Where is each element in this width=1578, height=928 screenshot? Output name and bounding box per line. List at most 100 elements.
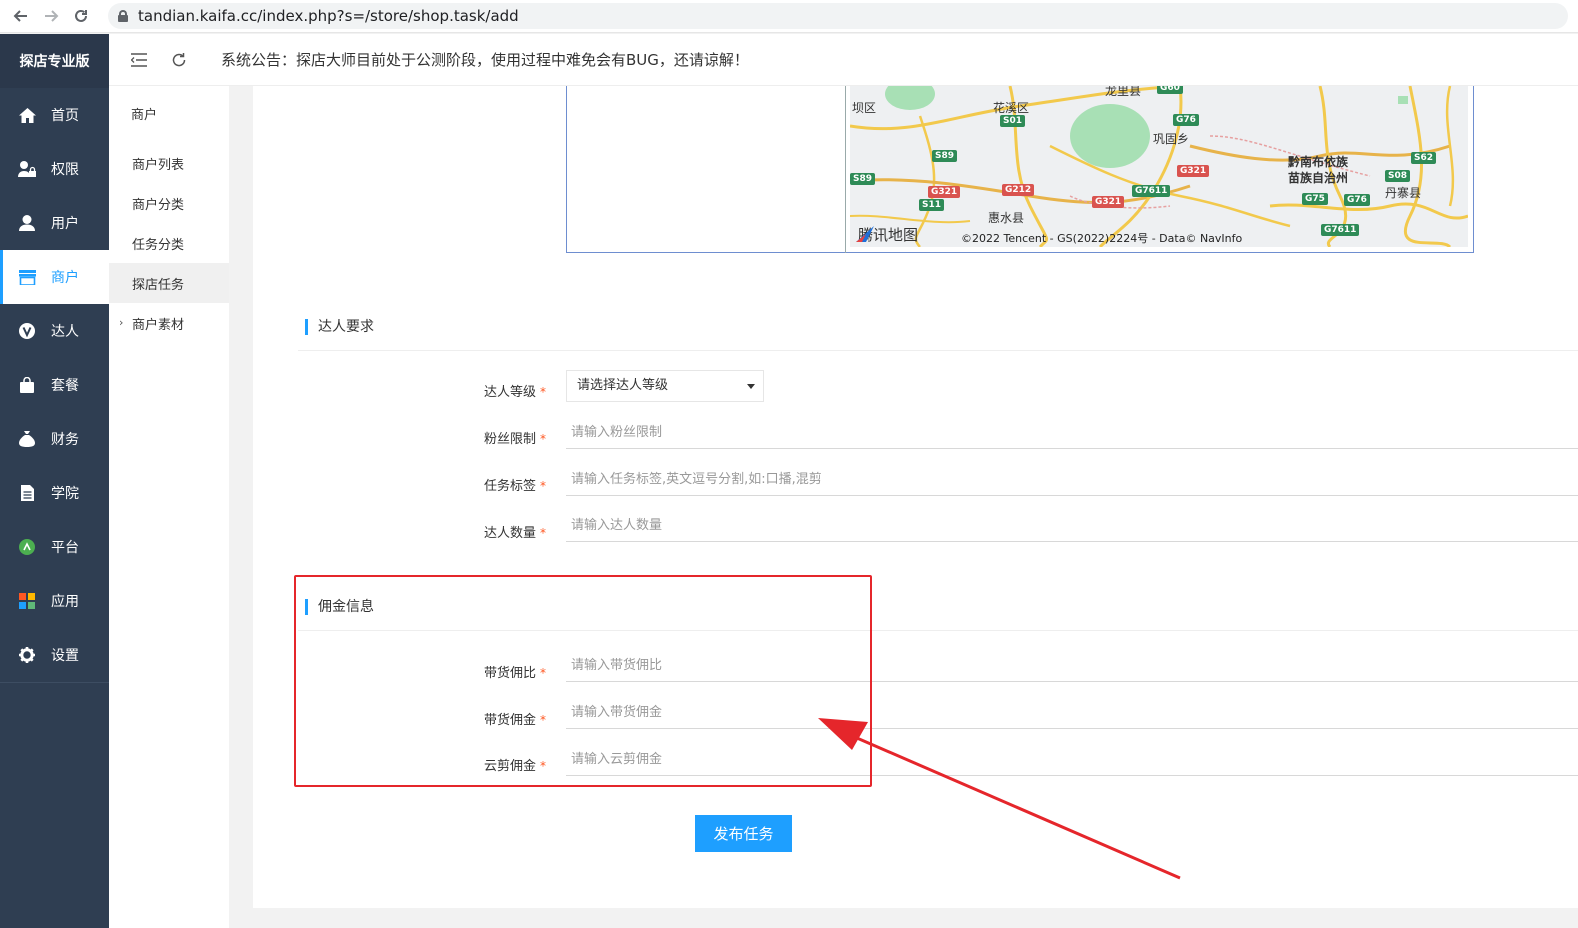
road-badge: G321 bbox=[1092, 196, 1125, 208]
sidebar-item-package[interactable]: 套餐 bbox=[0, 358, 109, 412]
platform-icon bbox=[18, 538, 36, 556]
sidebar-item-label: 财务 bbox=[51, 432, 79, 448]
map-place-gonggu: 巩固乡 bbox=[1153, 132, 1190, 146]
road-badge: G76 bbox=[1344, 194, 1370, 206]
back-icon[interactable] bbox=[6, 1, 36, 31]
map-copyright: ©2022 Tencent - GS(2022)2224号 - Data© Na… bbox=[961, 232, 1243, 245]
sidebar-item-label: 权限 bbox=[51, 162, 79, 178]
document-icon bbox=[18, 484, 36, 502]
sidebar-item-home[interactable]: 首页 bbox=[0, 88, 109, 142]
main-sidebar: 探店专业版 首页 权限 用户 商户 达人 套餐 财务 学院 平台 应用 设置 bbox=[0, 34, 109, 928]
fans-limit-input[interactable]: 请输入粉丝限制 bbox=[566, 417, 1578, 449]
talent-level-select[interactable]: 请选择达人等级 bbox=[566, 370, 764, 402]
tencent-map[interactable]: 花溪区 巩固乡 黔南布依族 苗族自治州 丹寨县 惠水县 龙里县 坝区 S01 G… bbox=[850, 86, 1468, 247]
map-place-qiannan: 黔南布依族 bbox=[1288, 155, 1349, 169]
submenu-title: 商户 bbox=[131, 108, 158, 123]
browser-toolbar: tandian.kaifa.cc/index.php?s=/store/shop… bbox=[0, 0, 1578, 33]
map-place-miaozu: 苗族自治州 bbox=[1288, 171, 1349, 185]
map-place-longli: 龙里县 bbox=[1105, 86, 1142, 98]
sidebar-item-label: 平台 bbox=[51, 540, 79, 556]
refresh-icon[interactable] bbox=[159, 34, 199, 86]
road-badge: G60 bbox=[1157, 86, 1183, 94]
submenu-item-merchant-material[interactable]: › 商户素材 bbox=[109, 303, 229, 343]
sidebar-item-settings[interactable]: 设置 bbox=[0, 628, 109, 682]
sidebar-item-academy[interactable]: 学院 bbox=[0, 466, 109, 520]
lock-icon bbox=[118, 10, 128, 22]
road-badge: S08 bbox=[1385, 170, 1411, 182]
road-badge: S89 bbox=[850, 173, 876, 185]
sidebar-item-talent[interactable]: 达人 bbox=[0, 304, 109, 358]
label-fans-limit: 粉丝限制 * bbox=[483, 432, 546, 447]
store-icon bbox=[18, 268, 36, 286]
section-title-talent: 达人要求 bbox=[305, 319, 374, 335]
sidebar-item-merchant[interactable]: 商户 bbox=[0, 250, 109, 304]
submenu-item-merchant-category[interactable]: 商户分类 bbox=[109, 183, 229, 223]
section-divider bbox=[298, 630, 1578, 631]
sidebar-item-finance[interactable]: 财务 bbox=[0, 412, 109, 466]
apps-icon bbox=[18, 592, 36, 610]
submenu-item-store-task[interactable]: 探店任务 bbox=[109, 263, 229, 303]
sidebar-item-apps[interactable]: 应用 bbox=[0, 574, 109, 628]
reload-icon[interactable] bbox=[66, 1, 96, 31]
caret-down-icon bbox=[747, 384, 755, 389]
url-text: tandian.kaifa.cc/index.php?s=/store/shop… bbox=[138, 7, 519, 25]
user-lock-icon bbox=[18, 160, 36, 178]
road-badge: S01 bbox=[1000, 115, 1026, 127]
sidebar-item-platform[interactable]: 平台 bbox=[0, 520, 109, 574]
road-badge: G7611 bbox=[1321, 224, 1360, 236]
chevron-right-icon: › bbox=[119, 316, 124, 329]
sidebar-item-label: 达人 bbox=[51, 324, 79, 340]
sales-commission-input[interactable]: 请输入带货佣金 bbox=[566, 697, 1578, 729]
collapse-menu-icon[interactable] bbox=[119, 34, 159, 86]
map-place-huaxi: 花溪区 bbox=[993, 101, 1030, 115]
sidebar-item-label: 设置 bbox=[51, 648, 79, 664]
label-sales-ratio: 带货佣比 * bbox=[483, 666, 546, 681]
label-cloud-edit-commission: 云剪佣金 * bbox=[483, 759, 546, 774]
sub-sidebar: 商户 商户列表 商户分类 任务分类 探店任务 › 商户素材 bbox=[109, 86, 229, 928]
talent-count-input[interactable]: 请输入达人数量 bbox=[566, 510, 1578, 542]
v-badge-icon bbox=[18, 322, 36, 340]
money-bag-icon bbox=[18, 430, 36, 448]
road-badge: G7611 bbox=[1132, 185, 1171, 197]
map-place-ba: 坝区 bbox=[852, 101, 877, 115]
user-icon bbox=[18, 214, 36, 232]
tencent-map-logo: 腾讯地图 bbox=[854, 224, 918, 245]
map-roads bbox=[850, 86, 1468, 247]
road-badge: G212 bbox=[1002, 184, 1035, 196]
road-badge: S62 bbox=[1411, 152, 1437, 164]
gear-icon bbox=[18, 646, 36, 664]
task-tags-input[interactable]: 请输入任务标签,英文逗号分割,如:口播,混剪 bbox=[566, 464, 1578, 496]
submenu-item-task-category[interactable]: 任务分类 bbox=[109, 223, 229, 263]
cloud-edit-commission-input[interactable]: 请输入云剪佣金 bbox=[566, 744, 1578, 776]
sidebar-item-users[interactable]: 用户 bbox=[0, 196, 109, 250]
sidebar-item-label: 套餐 bbox=[51, 378, 79, 394]
label-talent-count: 达人数量 * bbox=[483, 526, 546, 541]
road-badge: G321 bbox=[928, 186, 961, 198]
label-task-tags: 任务标签 * bbox=[483, 479, 546, 494]
top-header: 系统公告：探店大师目前处于公测阶段，使用过程中难免会有BUG，还请谅解！ bbox=[109, 34, 1578, 86]
map-divider bbox=[845, 86, 846, 253]
home-icon bbox=[18, 106, 36, 124]
section-divider bbox=[298, 350, 1578, 351]
road-badge: G75 bbox=[1302, 193, 1328, 205]
sidebar-item-label: 学院 bbox=[51, 486, 79, 502]
sidebar-item-label: 应用 bbox=[51, 594, 79, 610]
sidebar-divider bbox=[0, 682, 109, 683]
sales-ratio-input[interactable]: 请输入带货佣比 bbox=[566, 650, 1578, 682]
road-badge: G321 bbox=[1177, 165, 1210, 177]
label-talent-level: 达人等级 * bbox=[483, 385, 546, 400]
sidebar-item-permission[interactable]: 权限 bbox=[0, 142, 109, 196]
map-logo-icon bbox=[856, 226, 874, 242]
publish-task-button[interactable]: 发布任务 bbox=[695, 815, 792, 852]
submenu-item-merchant-list[interactable]: 商户列表 bbox=[109, 143, 229, 183]
map-place-huishui: 惠水县 bbox=[988, 211, 1025, 225]
road-badge: S89 bbox=[932, 150, 958, 162]
brand-title: 探店专业版 bbox=[0, 34, 109, 88]
road-badge: S11 bbox=[919, 199, 945, 211]
address-bar[interactable]: tandian.kaifa.cc/index.php?s=/store/shop… bbox=[108, 3, 1568, 29]
section-title-commission: 佣金信息 bbox=[305, 599, 374, 615]
sidebar-item-label: 用户 bbox=[51, 216, 79, 232]
map-place-danzhai: 丹寨县 bbox=[1385, 186, 1422, 200]
system-notice: 系统公告：探店大师目前处于公测阶段，使用过程中难免会有BUG，还请谅解！ bbox=[221, 51, 749, 69]
forward-icon[interactable] bbox=[36, 1, 66, 31]
